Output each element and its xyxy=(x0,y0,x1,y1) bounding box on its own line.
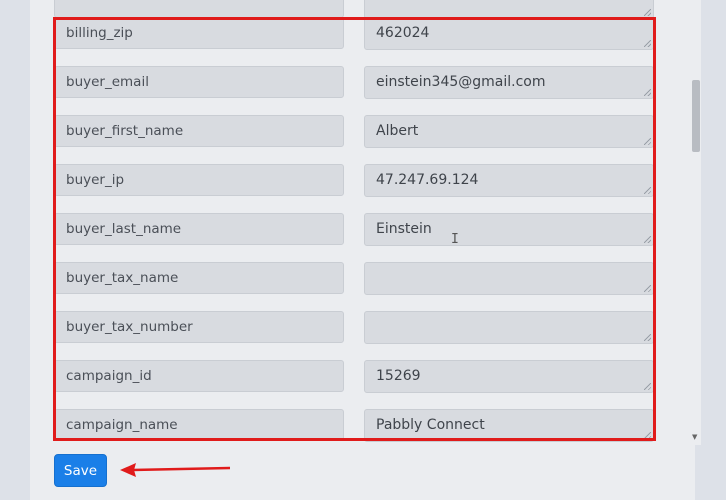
resize-handle-icon[interactable] xyxy=(644,89,651,96)
field-value-text: 47.247.69.124 xyxy=(376,172,479,188)
scrollbar-thumb[interactable] xyxy=(692,80,700,152)
resize-handle-icon[interactable] xyxy=(644,432,651,439)
scroll-down-arrow-icon[interactable]: ▼ xyxy=(692,433,697,441)
resize-handle-icon[interactable] xyxy=(644,236,651,243)
annotation-arrow-icon xyxy=(120,463,231,477)
field-row: buyer_ip 47.247.69.124 xyxy=(54,164,700,198)
field-key: billing_zip xyxy=(54,17,344,49)
field-key: buyer_ip xyxy=(54,164,344,196)
field-mapping-list[interactable]: billing_zip 462024 buyer_email einstein3… xyxy=(54,0,700,445)
field-value-text: 15269 xyxy=(376,368,421,384)
field-key: buyer_email xyxy=(54,66,344,98)
field-value-text: Albert xyxy=(376,123,419,139)
field-key: buyer_last_name xyxy=(54,213,344,245)
text-cursor-icon: I xyxy=(451,232,459,246)
field-key: campaign_id xyxy=(54,360,344,392)
field-value-input[interactable]: Albert xyxy=(364,115,654,148)
field-value-input[interactable]: Pabbly Connect xyxy=(364,409,654,442)
field-row: billing_zip 462024 xyxy=(54,17,700,51)
field-key-partial xyxy=(54,0,344,18)
field-row: buyer_tax_number xyxy=(54,311,700,345)
field-row: buyer_last_name Einstein I xyxy=(54,213,700,247)
resize-handle-icon[interactable] xyxy=(644,138,651,145)
field-value-input[interactable] xyxy=(364,311,654,344)
field-key: campaign_name xyxy=(54,409,344,441)
field-value-text: Einstein xyxy=(376,221,432,237)
resize-handle-icon[interactable] xyxy=(644,285,651,292)
field-key: buyer_first_name xyxy=(54,115,344,147)
field-key: buyer_tax_name xyxy=(54,262,344,294)
field-value-input[interactable]: 462024 xyxy=(364,17,654,50)
resize-handle-icon[interactable] xyxy=(644,383,651,390)
field-value-text: einstein345@gmail.com xyxy=(376,74,546,90)
field-row: campaign_id 15269 xyxy=(54,360,700,394)
field-value-input[interactable]: einstein345@gmail.com xyxy=(364,66,654,99)
field-value-input[interactable]: 47.247.69.124 xyxy=(364,164,654,197)
field-row: buyer_tax_name xyxy=(54,262,700,296)
field-row: buyer_email einstein345@gmail.com xyxy=(54,66,700,100)
vertical-scrollbar[interactable]: ▼ xyxy=(690,0,701,445)
field-row-partial xyxy=(54,0,700,19)
resize-handle-icon[interactable] xyxy=(644,334,651,341)
field-value-input[interactable]: Einstein I xyxy=(364,213,654,246)
form-panel: billing_zip 462024 buyer_email einstein3… xyxy=(30,0,701,500)
field-value-text: 462024 xyxy=(376,25,430,41)
field-key: buyer_tax_number xyxy=(54,311,344,343)
field-row: buyer_first_name Albert xyxy=(54,115,700,149)
save-button[interactable]: Save xyxy=(54,454,107,487)
resize-handle-icon[interactable] xyxy=(644,40,651,47)
field-value-input[interactable]: 15269 xyxy=(364,360,654,393)
field-value-input[interactable] xyxy=(364,262,654,295)
resize-handle-icon[interactable] xyxy=(644,9,651,16)
field-row: campaign_name Pabbly Connect xyxy=(54,409,700,443)
field-value-text: Pabbly Connect xyxy=(376,417,485,433)
resize-handle-icon[interactable] xyxy=(644,187,651,194)
